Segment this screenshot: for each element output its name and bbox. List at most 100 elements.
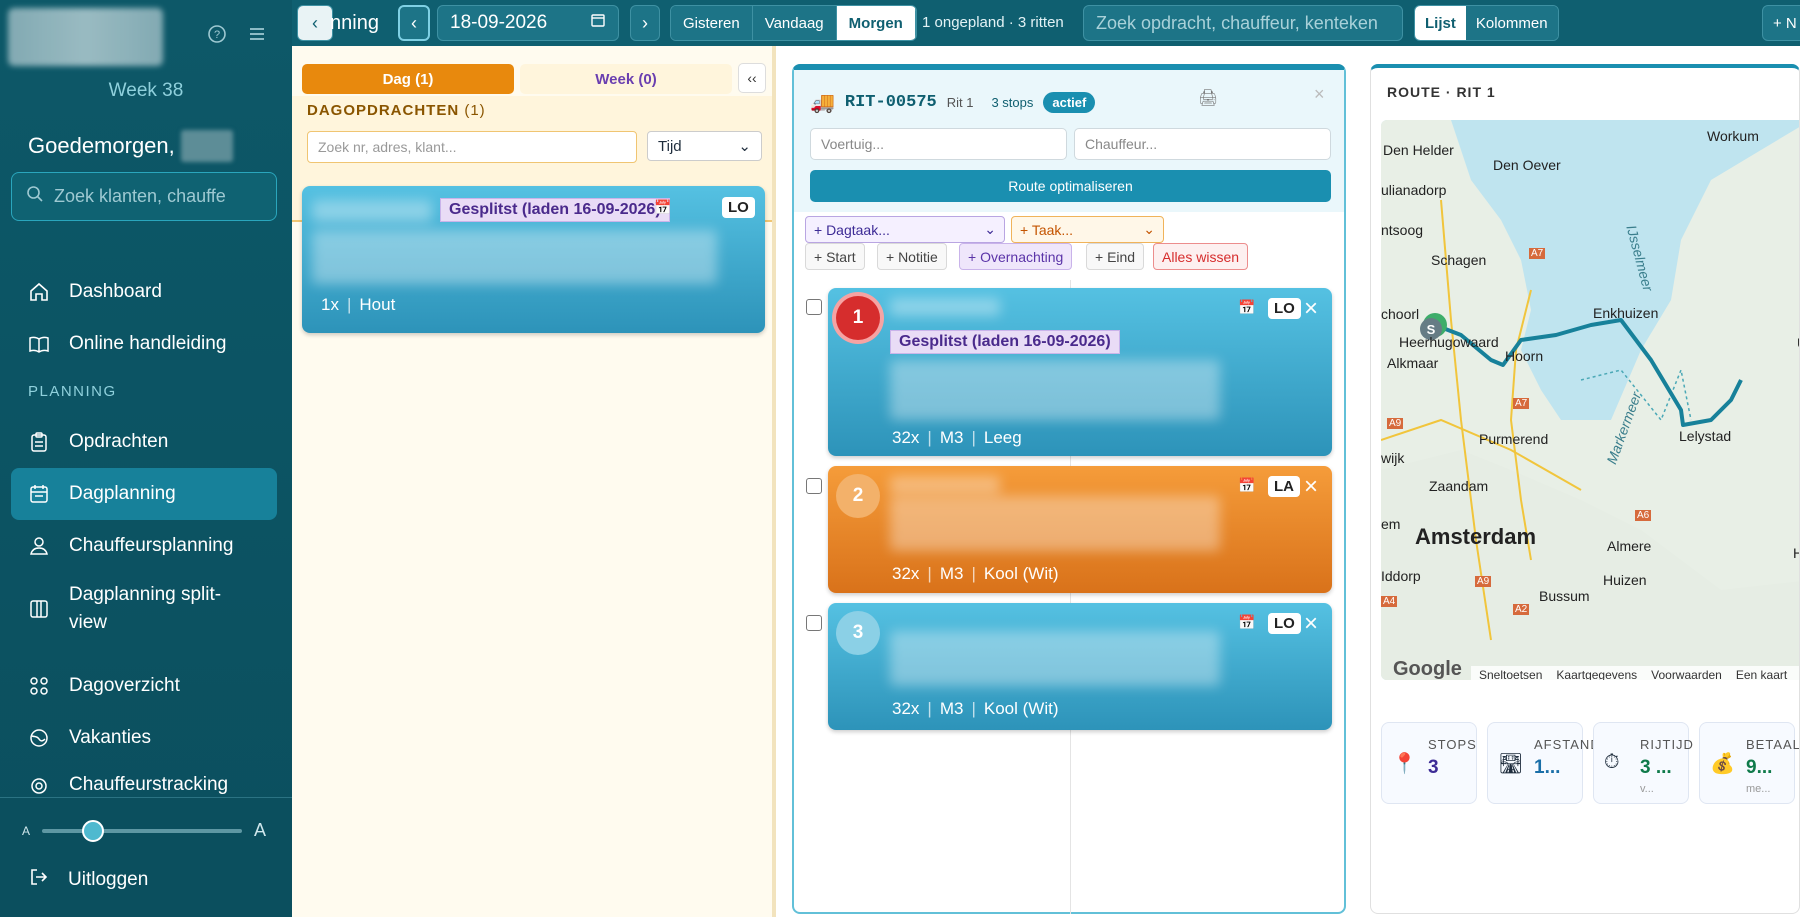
map-footer-link[interactable]: Voorwaarden xyxy=(1651,668,1722,680)
remove-stop-icon[interactable]: × xyxy=(1304,475,1318,499)
load-type-badge: LO xyxy=(1268,298,1301,319)
search-icon xyxy=(26,185,44,208)
nav-opdrachten[interactable]: Opdrachten xyxy=(11,416,277,468)
kpi-rijtijd: ⏱ RIJTIJD 3 ... v... xyxy=(1593,722,1693,804)
close-icon[interactable]: × xyxy=(1314,84,1325,105)
nav-dagplanning-split-view[interactable]: Dagplanning split-view xyxy=(11,574,277,644)
dagopdrachten-count: (1) xyxy=(464,102,486,119)
product: Leeg xyxy=(983,428,1022,447)
route-map[interactable]: S Den Helder Den Oever Workum ulianadorp… xyxy=(1381,120,1799,680)
stop-title-blurred xyxy=(890,476,1000,494)
stop-card[interactable]: 2 📅 LA × 32x | M3 | Kool (Wit) xyxy=(828,466,1332,593)
nav-dashboard[interactable]: Dashboard xyxy=(11,266,277,318)
day-vandaag-button[interactable]: Vandaag xyxy=(752,6,837,40)
svg-text:?: ? xyxy=(214,29,220,41)
nav-label: Vakanties xyxy=(69,727,152,748)
add-eind-button[interactable]: + Eind xyxy=(1086,243,1145,270)
add-notitie-button[interactable]: + Notitie xyxy=(877,243,947,270)
sidebar-search-input[interactable] xyxy=(54,186,254,207)
grid-icon xyxy=(27,674,51,698)
order-meta: 1x | Hout xyxy=(321,295,396,314)
stop-checkbox[interactable] xyxy=(806,299,822,315)
day-morgen-button[interactable]: Morgen xyxy=(836,6,916,40)
unit: M3 xyxy=(939,699,964,718)
new-button[interactable]: + N xyxy=(1762,5,1800,41)
map-footer-link[interactable]: Sneltoetsen xyxy=(1479,668,1542,680)
greeting: Goedemorgen, xyxy=(28,130,233,162)
sidebar: ? Week 38 Goedemorgen, Dashboard Online … xyxy=(0,0,292,917)
calendar-icon: 📅 xyxy=(1238,299,1256,315)
optimize-route-button[interactable]: Route optimaliseren xyxy=(810,170,1331,202)
stop-number: 3 xyxy=(836,611,880,655)
menu-icon[interactable] xyxy=(245,22,269,46)
truck-icon: 🚚 xyxy=(810,92,835,114)
order-card[interactable]: Gesplitst (laden 16-09-2026) 📅 LO 1x | Hou… xyxy=(302,186,765,333)
help-icon[interactable]: ? xyxy=(205,22,229,46)
vehicle-input[interactable] xyxy=(810,128,1067,160)
chevron-down-icon: ⌄ xyxy=(738,138,751,155)
prev-day-button[interactable]: ‹ xyxy=(398,5,430,41)
add-start-button[interactable]: + Start xyxy=(805,243,865,270)
road-label: A7 xyxy=(1529,248,1546,259)
kpi-value: 3 ... xyxy=(1640,757,1672,778)
load-type-badge: LA xyxy=(1268,476,1300,497)
chevron-right-icon: › xyxy=(642,12,648,33)
collapse-button[interactable]: ‹‹ xyxy=(738,63,766,93)
add-overnachting-button[interactable]: + Overnachting xyxy=(959,243,1073,270)
map-label: Almere xyxy=(1607,538,1652,554)
clear-all-button[interactable]: Alles wissen xyxy=(1153,243,1249,270)
map-footer-link[interactable]: Een kaart xyxy=(1736,668,1787,680)
pin-icon xyxy=(27,774,51,798)
nav-dagoverzicht[interactable]: Dagoverzicht xyxy=(11,660,277,712)
drivers-icon xyxy=(27,534,51,558)
nav-dagplanning[interactable]: Dagplanning xyxy=(11,468,277,520)
unit: M3 xyxy=(939,564,964,583)
date-value: 18-09-2026 xyxy=(450,12,548,33)
nav-chauffeursplanning[interactable]: Chauffeursplanning xyxy=(11,520,277,572)
kpi-betaal: 💰 BETAAL 9... me... xyxy=(1699,722,1799,804)
stop-card[interactable]: 1 📅 LO × Gesplitst (laden 16-09-2026) 32… xyxy=(828,288,1332,456)
road-label: A6 xyxy=(1635,510,1652,521)
kpi-value: 3 xyxy=(1428,757,1439,778)
remove-stop-icon[interactable]: × xyxy=(1304,612,1318,636)
nav-online-handleiding[interactable]: Online handleiding xyxy=(11,318,277,370)
sort-select[interactable]: Tijd ⌄ xyxy=(647,131,762,161)
day-gisteren-button[interactable]: Gisteren xyxy=(671,6,753,40)
remove-stop-icon[interactable]: × xyxy=(1304,297,1318,321)
back-button[interactable]: ‹ xyxy=(297,5,333,41)
chevron-left-icon: ‹ xyxy=(312,12,318,33)
map-label: Zaandam xyxy=(1429,478,1489,494)
road-label: A4 xyxy=(1381,596,1398,607)
print-icon[interactable]: 🖨 xyxy=(1198,88,1218,108)
nav-vakanties[interactable]: Vakanties xyxy=(11,712,277,764)
tab-dag[interactable]: Dag (1) xyxy=(302,64,514,94)
logout-label: Uitloggen xyxy=(68,869,149,890)
map-label: Ha xyxy=(1793,545,1799,561)
google-logo: Google xyxy=(1393,658,1462,680)
sidebar-search[interactable] xyxy=(11,172,277,221)
view-lijst-button[interactable]: Lijst xyxy=(1415,6,1466,40)
view-kolommen-button[interactable]: Kolommen xyxy=(1465,6,1558,40)
next-day-button[interactable]: › xyxy=(630,5,660,41)
logout-button[interactable]: Uitloggen xyxy=(28,866,148,894)
taak-select[interactable]: + Taak... ⌄ xyxy=(1011,216,1164,243)
tab-week[interactable]: Week (0) xyxy=(520,64,732,94)
chevron-left-icon: ‹ xyxy=(411,12,417,33)
dagopdrachten-panel: Dag (1) Week (0) ‹‹ DAGOPDRACHTEN (1) Ti… xyxy=(292,46,776,917)
top-search-input[interactable] xyxy=(1083,5,1403,41)
nav-label: Dagoverzicht xyxy=(69,675,180,696)
date-picker[interactable]: 18-09-2026 xyxy=(437,5,619,41)
book-icon xyxy=(27,332,51,356)
nav-label: Opdrachten xyxy=(69,431,169,452)
driver-input[interactable] xyxy=(1074,128,1331,160)
stop-checkbox[interactable] xyxy=(806,478,822,494)
map-footer-link[interactable]: Kaartgegevens xyxy=(1556,668,1637,680)
view-switcher: Lijst Kolommen xyxy=(1414,5,1559,41)
stopwatch-icon: ⏱ xyxy=(1604,751,1620,773)
font-size-slider[interactable] xyxy=(42,819,243,842)
stop-checkbox[interactable] xyxy=(806,615,822,631)
dagopdrachten-search[interactable] xyxy=(307,131,637,163)
dagtaak-select[interactable]: + Dagtaak... ⌄ xyxy=(805,216,1005,243)
stop-card[interactable]: 3 📅 LO × 32x | M3 | Kool (Wit) xyxy=(828,603,1332,730)
slider-knob[interactable] xyxy=(82,819,105,842)
